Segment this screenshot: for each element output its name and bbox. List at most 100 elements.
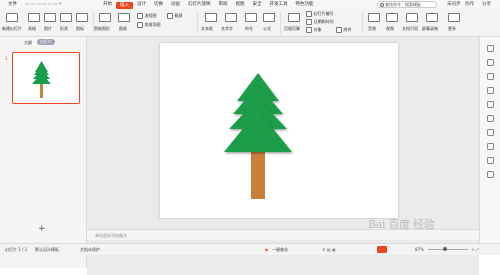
new-slide-button[interactable]: 新建幻灯片 bbox=[2, 26, 22, 32]
symbol-button[interactable]: 符号 bbox=[245, 26, 253, 32]
smartart-icon[interactable] bbox=[99, 13, 111, 22]
formula-icon[interactable] bbox=[263, 13, 275, 22]
view-mode-icons[interactable]: ☰ ▦ ▣ bbox=[322, 247, 336, 252]
sidebar-tool-icon-3[interactable] bbox=[487, 73, 494, 80]
attachment-button[interactable]: 附件 bbox=[336, 27, 352, 33]
symbol-icon[interactable] bbox=[245, 13, 257, 22]
menu-review[interactable]: 审阅 bbox=[215, 0, 232, 9]
sidebar-tool-icon-2[interactable] bbox=[487, 59, 494, 66]
menu-toolbar-icons[interactable]: ▭ ▭ ▭ ▭ ▭ ▭ ▾ bbox=[21, 0, 99, 9]
mindmap-button[interactable]: 思维导图 bbox=[137, 22, 161, 28]
shape-button[interactable]: 形状 bbox=[60, 26, 68, 32]
tree-tier-4[interactable] bbox=[224, 110, 292, 152]
menu-insert[interactable]: 插入 bbox=[116, 1, 133, 9]
new-slide-icon[interactable] bbox=[6, 13, 18, 22]
doc-protection-status[interactable]: 文档未保护 bbox=[80, 247, 100, 253]
artword-button[interactable]: 艺术字 bbox=[221, 26, 233, 32]
zoom-level[interactable]: 87% bbox=[415, 247, 424, 252]
sync-status[interactable]: 未同步 bbox=[447, 0, 461, 9]
smartart-button[interactable]: 智能图形 bbox=[94, 26, 110, 32]
beautify-button[interactable]: 一键美化 bbox=[272, 247, 288, 253]
icon-button[interactable]: 图标 bbox=[76, 26, 84, 32]
tab-outline[interactable]: 大纲 bbox=[24, 40, 32, 46]
theme-name[interactable]: 默认设计模板 bbox=[35, 247, 59, 253]
flowchart-button[interactable]: 流程图 bbox=[137, 13, 157, 19]
chart-button[interactable]: 图表 bbox=[119, 26, 127, 32]
add-slide-button[interactable]: + bbox=[38, 224, 46, 234]
sidebar-tool-icon-8[interactable] bbox=[487, 143, 494, 150]
screenshot-button[interactable]: 截屏 bbox=[167, 13, 183, 19]
slide-number-label: 1 bbox=[5, 56, 8, 61]
artword-icon[interactable] bbox=[225, 13, 237, 22]
textbox-button[interactable]: 文本框 bbox=[201, 26, 213, 32]
icon-library-icon[interactable] bbox=[76, 13, 88, 22]
sidebar-tool-icon-4[interactable] bbox=[487, 87, 494, 94]
ribbon-toolbar: 新建幻灯片 表格 图片 形状 图标 智能图形 图表 流程图 思维导图 截屏 文本… bbox=[0, 9, 500, 37]
slide-canvas[interactable] bbox=[160, 43, 398, 218]
right-sidebar bbox=[479, 37, 500, 243]
sidebar-tool-icon-7[interactable] bbox=[487, 129, 494, 136]
slide-thumbnail[interactable] bbox=[12, 52, 80, 104]
slide-number-button[interactable]: 幻灯片编号 bbox=[306, 11, 334, 17]
command-search-input[interactable]: 查找命令、搜索模板 bbox=[377, 1, 437, 8]
menu-animation[interactable]: 动画 bbox=[167, 0, 184, 9]
picture-icon[interactable] bbox=[44, 13, 56, 22]
notes-placeholder: 单击此处添加备注 bbox=[95, 233, 127, 238]
sidebar-tool-icon-10[interactable] bbox=[487, 171, 494, 178]
baidu-watermark: Bai 百度 经验 bbox=[368, 218, 435, 231]
menu-home[interactable]: 开始 bbox=[99, 0, 116, 9]
chart-icon[interactable] bbox=[118, 13, 130, 22]
video-button[interactable]: 视频 bbox=[386, 26, 394, 32]
more-icon[interactable] bbox=[448, 13, 460, 22]
menu-security[interactable]: 安全 bbox=[249, 0, 266, 9]
sidebar-tool-icon-1[interactable] bbox=[487, 45, 494, 52]
menu-design[interactable]: 设计 bbox=[133, 0, 150, 9]
play-slideshow-button[interactable] bbox=[377, 246, 387, 253]
sidebar-tool-icon-9[interactable] bbox=[487, 157, 494, 164]
sidebar-tool-icon-5[interactable] bbox=[487, 101, 494, 108]
beautify-icon[interactable]: ◆ bbox=[265, 247, 268, 252]
table-button[interactable]: 表格 bbox=[28, 26, 36, 32]
mindmap-icon bbox=[137, 22, 143, 28]
menu-transition[interactable]: 切换 bbox=[150, 0, 167, 9]
menu-developer[interactable]: 开发工具 bbox=[266, 0, 292, 9]
object-button[interactable]: 对象 bbox=[306, 27, 322, 33]
screen-record-button[interactable]: 屏幕录制 bbox=[422, 26, 438, 32]
doc-ref-icon[interactable] bbox=[406, 13, 418, 22]
menu-features[interactable]: 特色功能 bbox=[292, 0, 318, 9]
thumbnail-tree-image bbox=[32, 61, 51, 98]
christmas-tree-graphic[interactable] bbox=[160, 43, 398, 218]
flowchart-icon bbox=[137, 13, 143, 19]
screenshot-icon bbox=[167, 13, 173, 19]
audio-icon[interactable] bbox=[368, 13, 380, 22]
sidebar-tool-icon-6[interactable] bbox=[487, 115, 494, 122]
share-button[interactable]: 分享 bbox=[482, 0, 491, 9]
formula-button[interactable]: 公式 bbox=[263, 26, 271, 32]
table-icon[interactable] bbox=[28, 13, 40, 22]
more-button[interactable]: 更多 bbox=[448, 26, 456, 32]
audio-button[interactable]: 音频 bbox=[368, 26, 376, 32]
picture-button[interactable]: 图片 bbox=[44, 26, 52, 32]
header-footer-icon[interactable] bbox=[288, 13, 300, 22]
menu-file[interactable]: 文件 bbox=[4, 0, 21, 9]
fit-window-icon[interactable]: + ⤢ bbox=[471, 247, 479, 252]
menu-view[interactable]: 视图 bbox=[232, 0, 249, 9]
menu-slideshow[interactable]: 幻灯片放映 bbox=[184, 0, 215, 9]
doc-ref-button[interactable]: 文档引用 bbox=[402, 26, 418, 32]
slide-count: 幻灯片 1 / 1 bbox=[5, 247, 28, 252]
search-icon bbox=[379, 3, 384, 7]
screen-record-icon[interactable] bbox=[426, 13, 438, 22]
tree-trunk[interactable] bbox=[251, 152, 265, 199]
zoom-slider[interactable] bbox=[428, 249, 468, 250]
header-footer-button[interactable]: 页眉页脚 bbox=[284, 26, 300, 32]
textbox-icon[interactable] bbox=[205, 13, 217, 22]
zoom-slider-handle[interactable] bbox=[443, 247, 447, 251]
attachment-icon bbox=[336, 27, 342, 33]
collaborate-button[interactable]: 协作 bbox=[465, 0, 474, 9]
date-time-button[interactable]: 日期和时间 bbox=[306, 19, 334, 25]
object-icon bbox=[306, 27, 312, 33]
video-icon[interactable] bbox=[386, 13, 398, 22]
shape-icon[interactable] bbox=[60, 13, 72, 22]
calendar-icon bbox=[306, 19, 312, 25]
tab-slides[interactable]: 幻灯片 bbox=[37, 39, 55, 45]
